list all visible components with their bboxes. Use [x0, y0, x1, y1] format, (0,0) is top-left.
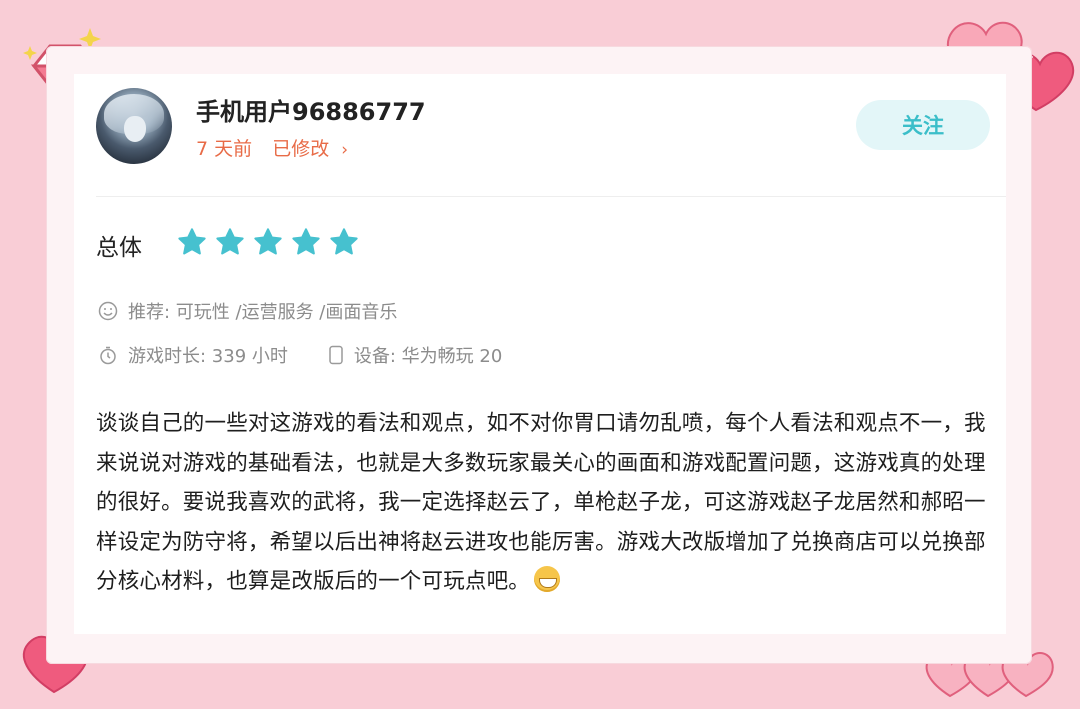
post-time: 7 天前 [196, 138, 253, 160]
grin-emoji-icon [534, 566, 561, 592]
chevron-right-icon[interactable]: › [341, 140, 348, 160]
review-body: 谈谈自己的一些对这游戏的看法和观点，如不对你胃口请勿乱喷，每个人看法和观点不一，… [96, 404, 998, 602]
recommend-text: 推荐: 可玩性 /运营服务 /画面音乐 [128, 302, 398, 323]
follow-button[interactable]: 关注 [856, 100, 990, 150]
review-card: 手机用户96886777 7 天前 已修改 › 关注 总体 推荐: 可玩性 /运… [74, 74, 1006, 634]
phone-icon [329, 345, 343, 365]
post-meta: 7 天前 已修改 › [196, 134, 362, 161]
star-rating [176, 226, 360, 258]
playtime-text: 游戏时长: 339 小时 [128, 346, 288, 367]
recommend-row: 推荐: 可玩性 /运营服务 /画面音乐 [98, 298, 397, 324]
username[interactable]: 手机用户96886777 [196, 92, 426, 127]
star-icon [254, 228, 282, 255]
device-text: 设备: 华为畅玩 20 [353, 346, 503, 367]
star-icon [292, 228, 320, 255]
overall-rating-label: 总体 [96, 235, 142, 261]
device-info: 设备: 华为畅玩 20 [328, 342, 502, 368]
star-icon [330, 228, 358, 255]
avatar[interactable] [96, 88, 172, 164]
edited-link[interactable]: 已修改 [272, 138, 329, 160]
smile-icon [98, 301, 118, 321]
divider [96, 196, 1006, 197]
info-row: 游戏时长: 339 小时 设备: 华为畅玩 20 [98, 342, 502, 368]
star-icon [216, 228, 244, 255]
stopwatch-icon [100, 346, 116, 365]
star-icon [178, 228, 206, 255]
